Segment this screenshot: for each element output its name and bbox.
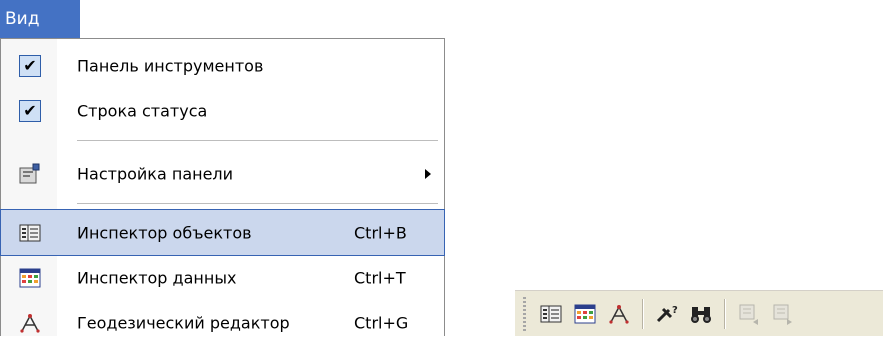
menu-item-data-inspector-label: Инспектор данных — [77, 268, 237, 287]
binoculars-icon — [691, 306, 711, 323]
data-inspector-icon — [574, 304, 596, 323]
toolbar-data-inspector-button[interactable] — [570, 299, 600, 329]
menu-item-geodesic-editor[interactable]: Геодезический редактор Ctrl+G — [1, 300, 444, 345]
menu-separator — [77, 140, 438, 141]
menu-item-geodesic-editor-shortcut: Ctrl+G — [354, 313, 409, 332]
menu-item-data-inspector[interactable]: Инспектор данных Ctrl+T — [1, 255, 444, 300]
toolbar-grip-handle[interactable] — [523, 296, 526, 331]
toolbar-check-icon: ✔ — [19, 54, 41, 77]
object-inspector-icon — [540, 305, 562, 322]
menu-view-title[interactable]: Вид — [0, 0, 80, 38]
toolbar-settings-icon — [19, 163, 41, 185]
object-inspector-icon — [19, 222, 41, 244]
menu-item-status-bar-label: Строка статуса — [77, 101, 208, 120]
menu-item-data-inspector-shortcut: Ctrl+T — [354, 268, 406, 287]
geodesic-editor-icon — [609, 304, 629, 324]
geodesic-editor-icon — [19, 312, 41, 334]
menu-item-object-inspector-shortcut: Ctrl+B — [354, 223, 407, 242]
menu-item-object-inspector-label: Инспектор объектов — [77, 223, 252, 242]
toolbar-measure-button[interactable]: ? — [652, 299, 682, 329]
menu-view-label: Вид — [5, 9, 40, 29]
submenu-arrow-icon — [425, 168, 431, 179]
measure-tool-icon: ? — [656, 305, 678, 322]
menu-item-toolbar-label: Панель инструментов — [77, 56, 264, 75]
nav-back-icon — [739, 304, 758, 325]
view-dropdown-menu: ✔ Панель инструментов ✔ Строка статуса Н… — [0, 38, 445, 336]
menu-item-toolbar-settings[interactable]: Настройка панели — [1, 151, 444, 196]
menu-item-status-bar[interactable]: ✔ Строка статуса — [1, 88, 444, 133]
data-inspector-icon — [19, 267, 41, 289]
menu-separator — [77, 203, 438, 204]
toolbar-nav-forward-button[interactable] — [768, 299, 798, 329]
status-bar-check-icon: ✔ — [19, 99, 41, 122]
svg-text:?: ? — [672, 305, 678, 316]
toolbar-object-inspector-button[interactable] — [536, 299, 566, 329]
toolbar-search-button[interactable] — [686, 299, 716, 329]
menu-item-toolbar[interactable]: ✔ Панель инструментов — [1, 43, 444, 88]
toolbar-separator — [642, 298, 644, 329]
toolbar-separator — [724, 298, 726, 329]
toolbar: ? — [515, 290, 883, 336]
menu-item-object-inspector[interactable]: Инспектор объектов Ctrl+B — [0, 209, 445, 256]
toolbar-geodesic-editor-button[interactable] — [604, 299, 634, 329]
menu-item-geodesic-editor-label: Геодезический редактор — [77, 313, 290, 332]
toolbar-nav-back-button[interactable] — [734, 299, 764, 329]
nav-forward-icon — [773, 304, 792, 325]
menu-item-toolbar-settings-label: Настройка панели — [77, 164, 234, 183]
